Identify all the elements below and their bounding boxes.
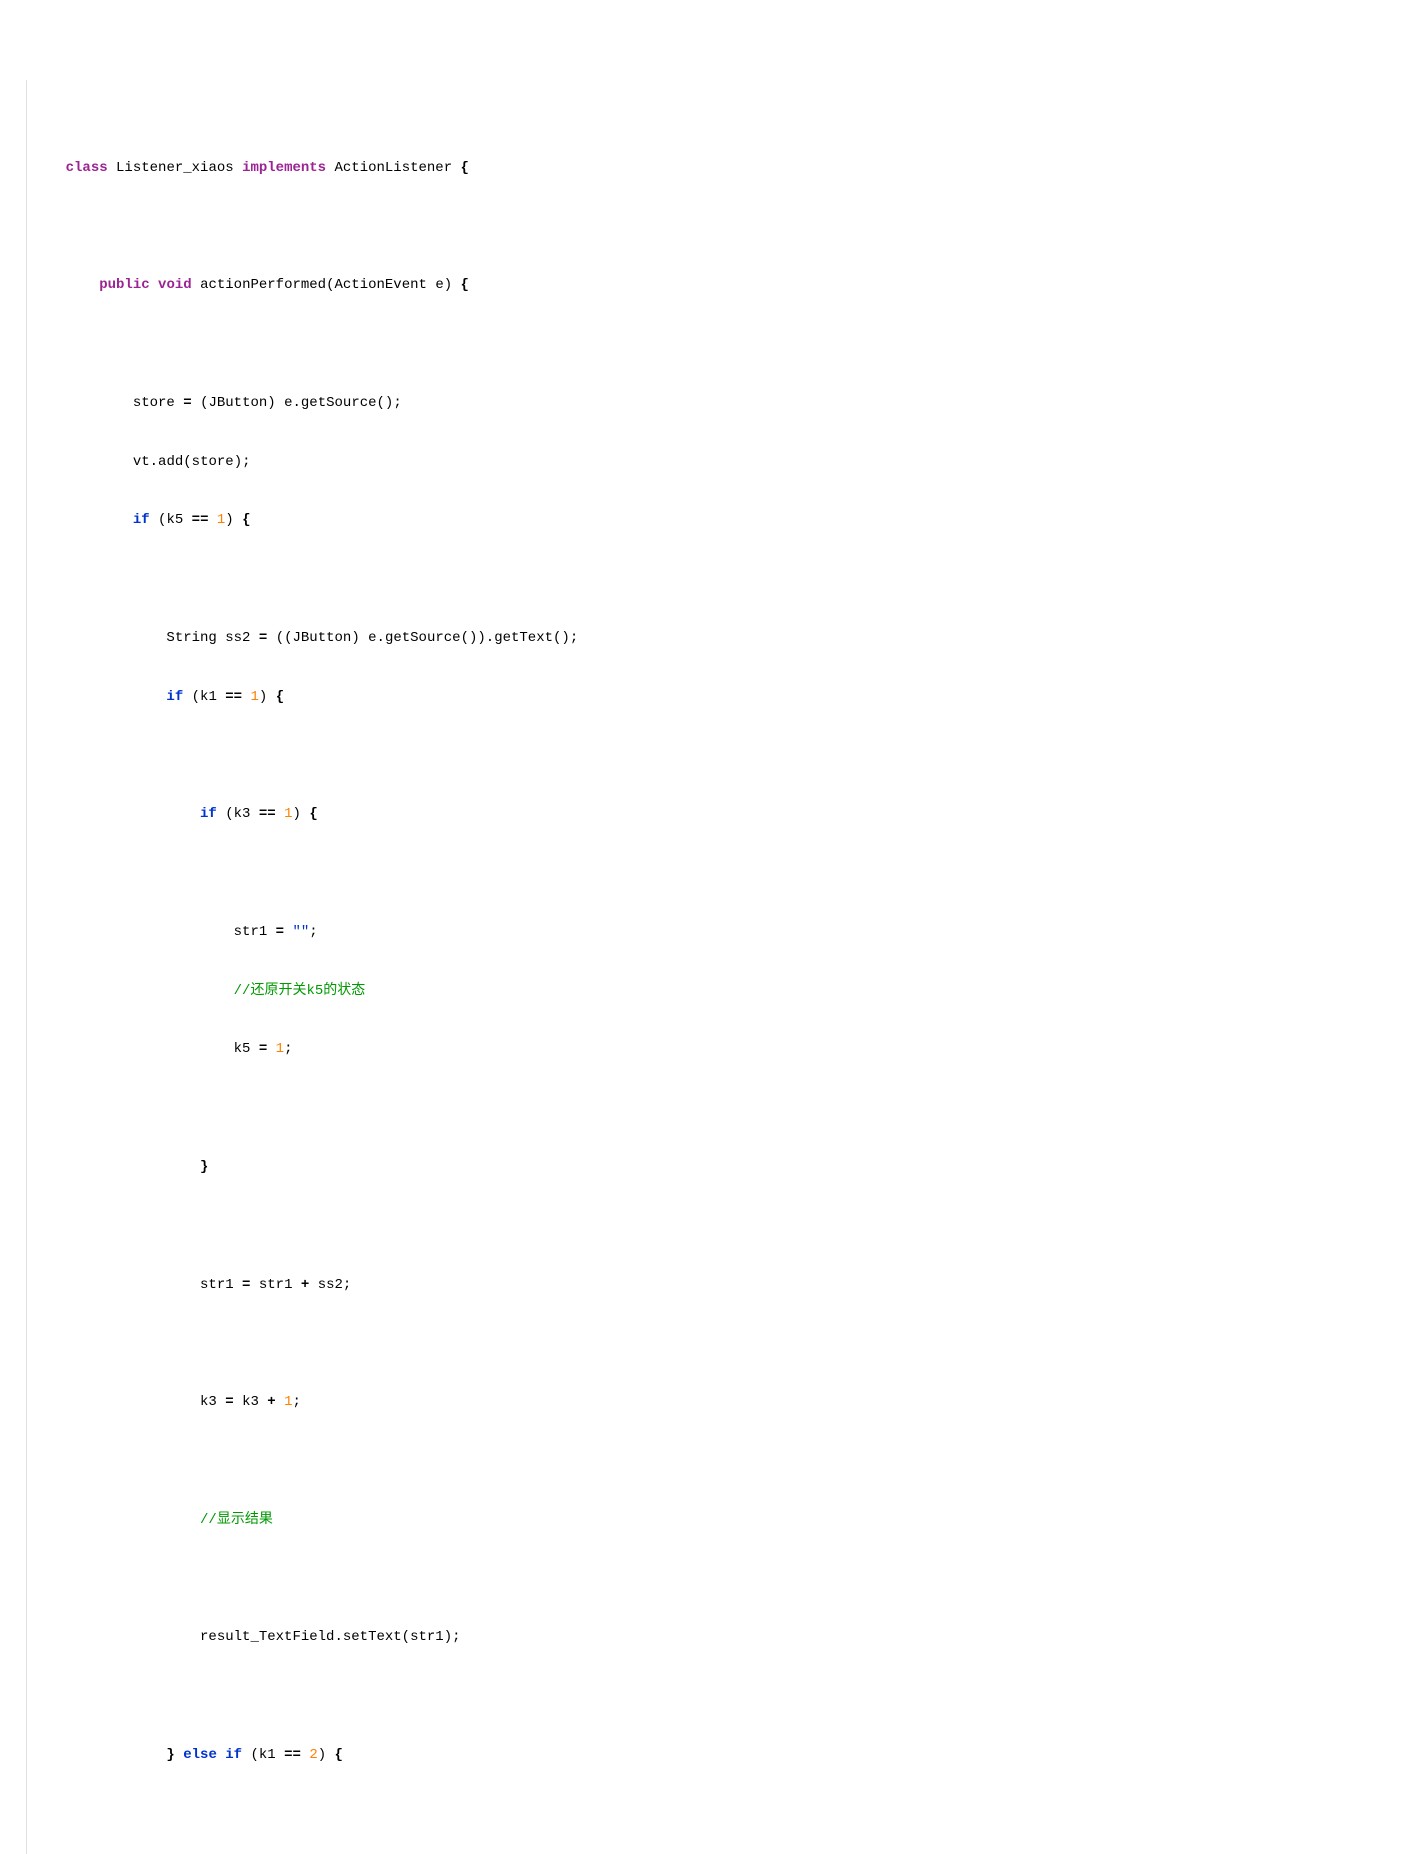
code-line[interactable]: class Listener_xiaos implements ActionLi… xyxy=(0,159,1428,179)
method-name: actionPerformed xyxy=(200,277,326,293)
code-line[interactable] xyxy=(0,1570,1428,1590)
code-line[interactable]: k3 = k3 + 1; xyxy=(0,1393,1428,1413)
code-line[interactable] xyxy=(0,335,1428,355)
keyword-public: public xyxy=(99,277,149,293)
keyword-if: if xyxy=(225,1747,242,1763)
code-line[interactable] xyxy=(0,864,1428,884)
keyword-if: if xyxy=(200,806,217,822)
code-editor[interactable]: class Listener_xiaos implements ActionLi… xyxy=(0,80,1428,1854)
gutter-divider xyxy=(26,80,27,1854)
code-line[interactable] xyxy=(0,1217,1428,1237)
keyword-void: void xyxy=(158,277,192,293)
code-line[interactable] xyxy=(0,747,1428,767)
code-line[interactable]: vt.add(store); xyxy=(0,453,1428,473)
code-line[interactable]: if (k1 == 1) { xyxy=(0,688,1428,708)
keyword-if: if xyxy=(166,689,183,705)
code-line[interactable]: //显示结果 xyxy=(0,1511,1428,1531)
code-line[interactable] xyxy=(0,1099,1428,1119)
code-line[interactable]: } else if (k1 == 2) { xyxy=(0,1746,1428,1766)
code-line[interactable]: //还原开关k5的状态 xyxy=(0,982,1428,1002)
keyword-implements: implements xyxy=(242,160,326,176)
code-line[interactable]: store = (JButton) e.getSource(); xyxy=(0,394,1428,414)
keyword-if: if xyxy=(133,512,150,528)
code-line[interactable]: str1 = str1 + ss2; xyxy=(0,1276,1428,1296)
interface-name: ActionListener xyxy=(334,160,452,176)
code-line[interactable] xyxy=(0,218,1428,238)
code-line[interactable]: public void actionPerformed(ActionEvent … xyxy=(0,276,1428,296)
code-line[interactable]: String ss2 = ((JButton) e.getSource()).g… xyxy=(0,629,1428,649)
comment-restore-k5: //还原开关k5的状态 xyxy=(234,983,366,999)
class-name: Listener_xiaos xyxy=(116,160,234,176)
code-line[interactable]: } xyxy=(0,1158,1428,1178)
comment-show-result: //显示结果 xyxy=(200,1512,273,1528)
keyword-class: class xyxy=(66,160,108,176)
code-line[interactable] xyxy=(0,1687,1428,1707)
code-line[interactable]: if (k5 == 1) { xyxy=(0,511,1428,531)
code-line[interactable] xyxy=(0,1805,1428,1825)
keyword-else: else xyxy=(183,1747,217,1763)
code-line[interactable] xyxy=(0,570,1428,590)
code-line[interactable]: k5 = 1; xyxy=(0,1040,1428,1060)
code-line[interactable]: result_TextField.setText(str1); xyxy=(0,1628,1428,1648)
code-line[interactable]: str1 = ""; xyxy=(0,923,1428,943)
code-line[interactable] xyxy=(0,1452,1428,1472)
code-line[interactable] xyxy=(0,1334,1428,1354)
code-line[interactable]: if (k3 == 1) { xyxy=(0,805,1428,825)
